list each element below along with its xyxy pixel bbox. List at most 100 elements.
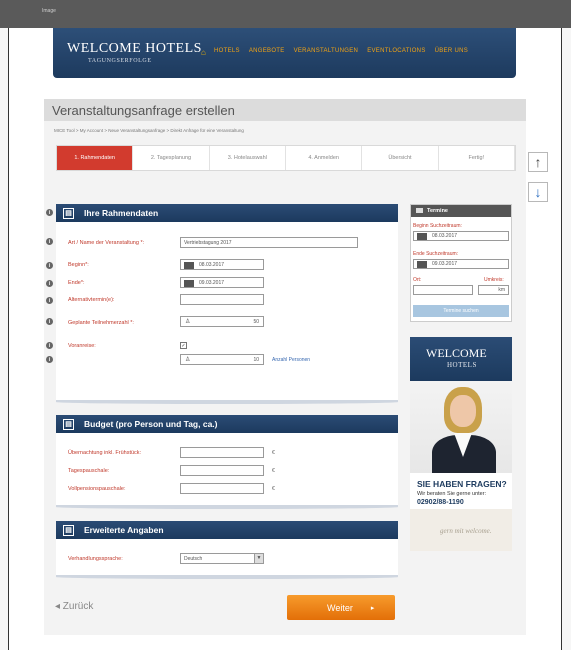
calendar-icon[interactable] [417, 261, 427, 268]
breadcrumb[interactable]: MICE Tool > My Account > Neue Veranstalt… [54, 128, 244, 133]
frame-left [0, 28, 9, 650]
termine-umkreis-label: Umkreis: [484, 277, 504, 283]
info-icon[interactable]: i [46, 342, 53, 349]
form-icon: ▤ [63, 524, 74, 536]
termine-beginn-label: Beginn Suchzeitraum: [413, 223, 462, 229]
vollpension-input[interactable] [180, 483, 264, 494]
verhandlungssprache-value: Deutsch [184, 556, 203, 562]
info-icon[interactable]: i [46, 356, 53, 363]
form-icon: ▤ [63, 207, 74, 219]
voranreise-personen-value: 10 [253, 357, 259, 363]
termine-ende-field[interactable]: 09.03.2017 [413, 259, 509, 269]
field-label-vollpension: Vollpensionspauschale: [68, 486, 126, 492]
next-button[interactable]: Weiter ▸ [287, 595, 395, 620]
termine-ende-value: 09.03.2017 [432, 261, 458, 267]
budget-header: ▤ Budget (pro Person und Tag, ca.) [56, 415, 398, 433]
site-header: WELCOME HOTELS TAGUNGSERFOLGE ⌂ HOTELS A… [53, 28, 516, 78]
calendar-icon[interactable] [184, 262, 194, 269]
budget-title: Budget (pro Person und Tag, ca.) [84, 419, 218, 429]
ad-question: SIE HABEN FRAGEN? [417, 479, 507, 489]
euro-unit: € [272, 486, 275, 492]
termine-beginn-field[interactable]: 08.03.2017 [413, 231, 509, 241]
panel-shadow [56, 575, 398, 579]
teilnehmerzahl-input[interactable]: ♙ 50 [180, 316, 264, 327]
step-rahmendaten[interactable]: 1. Rahmendaten [57, 146, 134, 170]
nav-item-angebote[interactable]: ANGEBOTE [249, 48, 285, 54]
veranstaltung-input[interactable]: Vertriebstagung 2017 [180, 237, 358, 248]
step-tagesplanung[interactable]: 2. Tagesplanung [133, 146, 210, 170]
teilnehmerzahl-value: 50 [253, 319, 259, 325]
nav-item-hotels[interactable]: HOTELS [214, 48, 240, 54]
erweitert-header: ▤ Erweiterte Angaben [56, 521, 398, 539]
rahmendaten-title: Ihre Rahmendaten [84, 208, 159, 218]
nav-item-ueber-uns[interactable]: ÜBER UNS [435, 48, 468, 54]
info-icon[interactable]: i [46, 262, 53, 269]
calendar-icon [416, 208, 423, 214]
step-hotelauswahl[interactable]: 3. Hotelauswahl [210, 146, 286, 170]
erweitert-title: Erweiterte Angaben [84, 525, 164, 535]
logo-subtitle: TAGUNGSERFOLGE [88, 58, 152, 64]
calendar-icon[interactable] [184, 280, 194, 287]
ende-date-field[interactable]: 09.03.2017 [180, 277, 264, 288]
info-icon[interactable]: i [46, 318, 53, 325]
scroll-up-button[interactable]: ↑ [528, 152, 548, 172]
nav-item-veranstaltungen[interactable]: VERANSTALTUNGEN [294, 48, 359, 54]
arrow-down-icon: ↓ [534, 184, 542, 200]
ad-signature-area: gern mit welcome. [410, 509, 512, 551]
page-title: Veranstaltungsanfrage erstellen [52, 103, 235, 118]
info-icon[interactable]: i [46, 280, 53, 287]
field-label-verhandlungssprache: Verhandlungssprache: [68, 556, 123, 562]
info-icon[interactable]: i [46, 209, 53, 216]
euro-unit: € [272, 468, 275, 474]
chevron-down-icon[interactable]: ▼ [254, 554, 263, 563]
field-label-beginn: Beginn*: [68, 262, 89, 268]
termine-header: Termine [411, 205, 511, 217]
home-icon[interactable]: ⌂ [201, 49, 209, 57]
panel-shadow [56, 400, 398, 404]
euro-unit: € [272, 450, 275, 456]
termine-suchen-button[interactable]: Termine suchen [413, 305, 509, 317]
uebernachtung-input[interactable] [180, 447, 264, 458]
termine-ort-label: Ort: [413, 277, 422, 283]
panel-shadow [56, 505, 398, 509]
termine-umkreis-unit: km [498, 287, 505, 293]
ad-text: Wir beraten Sie gerne unter: [417, 491, 487, 497]
field-label-tagespauschale: Tagespauschale: [68, 468, 110, 474]
nav-item-eventlocations[interactable]: EVENTLOCATIONS [367, 48, 425, 54]
step-fertig[interactable]: Fertig! [439, 146, 515, 170]
termine-beginn-value: 08.03.2017 [432, 233, 458, 239]
browser-titlebar: Image [0, 0, 571, 28]
window-tab-label: Image [42, 8, 56, 14]
step-anmelden[interactable]: 4. Anmelden [286, 146, 363, 170]
rahmendaten-header: ▤ Ihre Rahmendaten [56, 204, 398, 222]
main-nav: HOTELS ANGEBOTE VERANSTALTUNGEN EVENTLOC… [214, 48, 468, 54]
voranreise-checkbox[interactable]: ✓ [180, 342, 187, 349]
info-icon[interactable]: i [46, 297, 53, 304]
field-label-veranstaltung: Art / Name der Veranstaltung *: [68, 240, 145, 246]
termine-umkreis-input[interactable]: km [478, 285, 509, 295]
ad-header: WELCOME HOTELS [410, 337, 512, 381]
termine-ende-label: Ende Suchzeitraum: [413, 251, 459, 257]
scroll-down-button[interactable]: ↓ [528, 182, 548, 202]
logo[interactable]: WELCOME HOTELS [67, 41, 202, 57]
person-icon: ♙ [185, 357, 191, 363]
field-label-uebernachtung: Übernachtung inkl. Frühstück: [68, 450, 142, 456]
anzahl-personen-label: Anzahl Personen [272, 357, 311, 363]
ende-value: 09.03.2017 [199, 280, 225, 286]
step-uebersicht[interactable]: Übersicht [362, 146, 439, 170]
beginn-value: 08.03.2017 [199, 262, 225, 268]
contact-ad[interactable]: WELCOME HOTELS SIE HABEN FRAGEN? Wir ber… [410, 337, 512, 551]
verhandlungssprache-select[interactable]: Deutsch ▼ [180, 553, 264, 564]
calendar-icon[interactable] [417, 233, 427, 240]
beginn-date-field[interactable]: 08.03.2017 [180, 259, 264, 270]
back-button[interactable]: ◂ Zurück [55, 601, 93, 612]
field-label-voranreise: Voranreise: [68, 343, 96, 349]
ad-phone[interactable]: 02902/88-1190 [417, 499, 464, 506]
voranreise-personen-input[interactable]: ♙ 10 [180, 354, 264, 365]
termine-ort-input[interactable] [413, 285, 473, 295]
info-icon[interactable]: i [46, 238, 53, 245]
tagespauschale-input[interactable] [180, 465, 264, 476]
alternativtermin-input[interactable] [180, 294, 264, 305]
photo-face [450, 395, 476, 427]
field-label-alternativtermin: Alternativtermin(e): [68, 297, 115, 303]
